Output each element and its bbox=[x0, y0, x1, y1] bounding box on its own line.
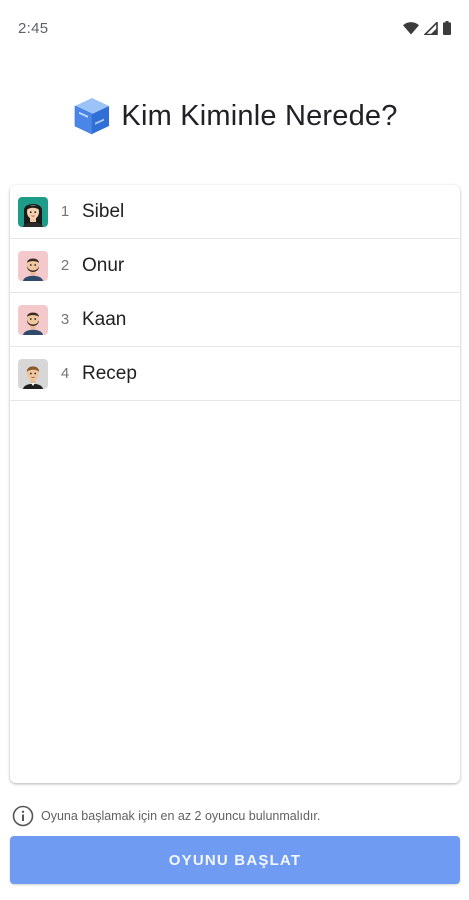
player-row-2[interactable]: 2 Onur bbox=[10, 239, 460, 293]
man-avatar-icon bbox=[18, 358, 48, 389]
wifi-icon bbox=[403, 21, 419, 34]
info-message: Oyuna başlamak için en az 2 oyuncu bulun… bbox=[12, 804, 320, 828]
player-number: 3 bbox=[60, 311, 70, 328]
bearded-man-avatar-icon bbox=[18, 304, 48, 335]
player-name: Onur bbox=[82, 254, 125, 276]
player-row-4[interactable]: 4 Recep bbox=[10, 347, 460, 401]
player-row-3[interactable]: 3 Kaan bbox=[10, 293, 460, 347]
woman-avatar-icon bbox=[18, 196, 48, 227]
status-icons bbox=[403, 21, 451, 35]
start-game-label: OYUNU BAŞLAT bbox=[168, 851, 302, 869]
cellular-signal-icon bbox=[424, 21, 438, 35]
info-icon bbox=[12, 805, 34, 827]
page-header: Kim Kiminle Nerede? bbox=[0, 88, 469, 144]
player-name: Recep bbox=[82, 362, 137, 384]
page-title: Kim Kiminle Nerede? bbox=[121, 99, 398, 132]
player-name: Kaan bbox=[82, 308, 127, 330]
status-time: 2:45 bbox=[18, 20, 49, 37]
player-number: 2 bbox=[60, 257, 70, 274]
status-bar: 2:45 bbox=[0, 0, 469, 58]
info-text: Oyuna başlamak için en az 2 oyuncu bulun… bbox=[41, 809, 321, 823]
start-game-button[interactable]: OYUNU BAŞLAT bbox=[10, 836, 460, 884]
battery-icon bbox=[443, 21, 451, 35]
screen: 2:45 Kim Kiminle Nerede? 1 Sibel 2 Onur … bbox=[0, 0, 469, 900]
bearded-man-avatar-icon bbox=[18, 250, 48, 281]
player-number: 4 bbox=[60, 365, 70, 382]
player-row-1[interactable]: 1 Sibel bbox=[10, 185, 460, 239]
player-name: Sibel bbox=[82, 200, 125, 222]
cube-logo-icon bbox=[75, 98, 110, 135]
player-list: 1 Sibel 2 Onur 3 Kaan 4 Recep bbox=[10, 185, 460, 783]
player-number: 1 bbox=[60, 203, 70, 220]
